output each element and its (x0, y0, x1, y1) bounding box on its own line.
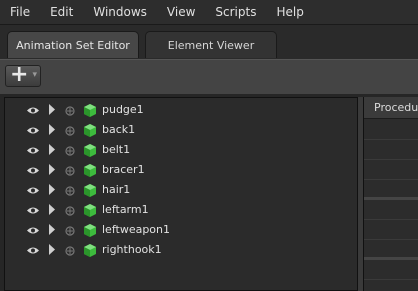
cube-icon (84, 164, 96, 177)
tree-row[interactable]: hair1 (5, 181, 357, 201)
element-tree: pudge1 back1 belt1 bracer1 hair1 leftarm… (4, 97, 358, 291)
menu-view[interactable]: View (157, 0, 205, 24)
lock-circle-icon[interactable] (65, 246, 75, 256)
cube-icon (84, 104, 96, 117)
grid-row-line (364, 159, 418, 160)
eye-icon[interactable] (27, 206, 39, 215)
tree-row[interactable]: back1 (5, 121, 357, 141)
tree-item-label: leftweapon1 (102, 223, 171, 236)
cube-icon (84, 144, 96, 157)
eye-icon[interactable] (27, 166, 39, 175)
expand-arrow-icon[interactable] (48, 224, 56, 235)
tab-element-viewer[interactable]: Element Viewer (145, 31, 277, 58)
tree-item-label: leftarm1 (102, 203, 149, 216)
expand-arrow-icon[interactable] (48, 184, 56, 195)
lock-circle-icon[interactable] (65, 166, 75, 176)
eye-icon[interactable] (27, 226, 39, 235)
lock-circle-icon[interactable] (65, 126, 75, 136)
cube-icon (84, 224, 96, 237)
procedural-panel: Procedural (363, 97, 418, 291)
lock-circle-icon[interactable] (65, 186, 75, 196)
expand-arrow-icon[interactable] (48, 204, 56, 215)
tree-item-label: pudge1 (102, 103, 144, 116)
menu-scripts[interactable]: Scripts (205, 0, 266, 24)
column-header-procedural[interactable]: Procedural (364, 97, 418, 119)
lock-circle-icon[interactable] (65, 206, 75, 216)
grid-row-line (364, 179, 418, 180)
tree-row[interactable]: leftweapon1 (5, 221, 357, 241)
lock-circle-icon[interactable] (65, 226, 75, 236)
tree-item-label: back1 (102, 123, 136, 136)
cube-icon (84, 244, 96, 257)
cube-icon (84, 184, 96, 197)
menu-file[interactable]: File (0, 0, 40, 24)
expand-arrow-icon[interactable] (48, 164, 56, 175)
expand-arrow-icon[interactable] (48, 244, 56, 255)
menu-edit[interactable]: Edit (40, 0, 83, 24)
grid-row-line (364, 139, 418, 140)
grid-row-line (364, 239, 418, 240)
expand-arrow-icon[interactable] (48, 104, 56, 115)
eye-icon[interactable] (27, 106, 39, 115)
menu-bar: File Edit Windows View Scripts Help (0, 0, 418, 25)
eye-icon[interactable] (27, 146, 39, 155)
toolbar: + ▾ (0, 59, 418, 94)
eye-icon[interactable] (27, 186, 39, 195)
eye-icon[interactable] (27, 246, 39, 255)
dropdown-arrow-icon[interactable]: ▾ (32, 70, 37, 80)
add-button[interactable]: + ▾ (5, 62, 41, 87)
expand-arrow-icon[interactable] (48, 124, 56, 135)
menu-windows[interactable]: Windows (83, 0, 157, 24)
tree-row[interactable]: righthook1 (5, 241, 357, 261)
tree-item-label: hair1 (102, 183, 131, 196)
cube-icon (84, 204, 96, 217)
expand-arrow-icon[interactable] (48, 144, 56, 155)
grid-row-line (364, 219, 418, 220)
tree-item-label: belt1 (102, 143, 131, 156)
tree-row[interactable]: bracer1 (5, 161, 357, 181)
eye-icon[interactable] (27, 126, 39, 135)
tree-row[interactable]: leftarm1 (5, 201, 357, 221)
tab-bar: Animation Set Editor Element Viewer (0, 25, 418, 59)
tree-item-label: bracer1 (102, 163, 145, 176)
menu-help[interactable]: Help (266, 0, 313, 24)
tree-row[interactable]: pudge1 (5, 101, 357, 121)
cube-icon (84, 124, 96, 137)
lock-circle-icon[interactable] (65, 106, 75, 116)
lock-circle-icon[interactable] (65, 146, 75, 156)
tree-row[interactable]: belt1 (5, 141, 357, 161)
grid-row-line (364, 279, 418, 280)
plus-icon: + (10, 62, 29, 87)
grid-separator (364, 197, 418, 200)
tree-item-label: righthook1 (102, 243, 162, 256)
tab-animation-set-editor[interactable]: Animation Set Editor (7, 31, 139, 58)
grid-separator (364, 257, 418, 260)
